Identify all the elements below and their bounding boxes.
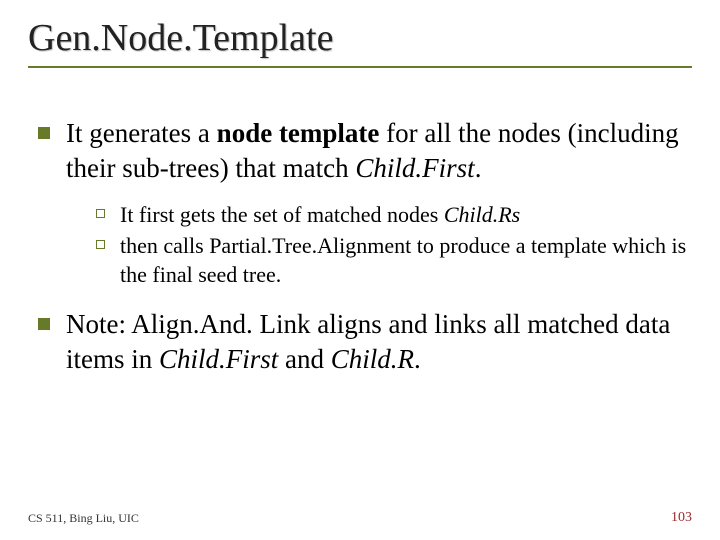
bullet-list: It generates a node template for all the…	[34, 116, 692, 377]
text: .	[475, 153, 482, 183]
page-number: 103	[671, 510, 692, 526]
slide-title: Gen.Node.Template	[28, 18, 692, 60]
sub-bullet-item-1: It first gets the set of matched nodes C…	[96, 200, 692, 229]
text-italic: Child.First	[159, 344, 278, 374]
text-italic: Child.First	[355, 153, 474, 183]
bullet-item-1: It generates a node template for all the…	[34, 116, 692, 289]
text: then calls Partial.Tree.Alignment to pro…	[120, 233, 686, 287]
text: It first gets the set of matched nodes	[120, 202, 444, 227]
footer-left: CS 511, Bing Liu, UIC	[28, 511, 139, 526]
text: It generates a	[66, 118, 217, 148]
slide: Gen.Node.Template It generates a node te…	[0, 0, 720, 540]
sub-bullet-list: It first gets the set of matched nodes C…	[66, 200, 692, 289]
slide-body: It generates a node template for all the…	[28, 116, 692, 377]
title-rule: Gen.Node.Template	[28, 18, 692, 68]
text: and	[278, 344, 330, 374]
text-italic: Child.R	[331, 344, 414, 374]
text: .	[414, 344, 421, 374]
bullet-item-2: Note: Align.And. Link aligns and links a…	[34, 307, 692, 377]
sub-bullet-item-2: then calls Partial.Tree.Alignment to pro…	[96, 231, 692, 289]
text-bold: node template	[217, 118, 380, 148]
text-italic: Child.Rs	[444, 202, 520, 227]
